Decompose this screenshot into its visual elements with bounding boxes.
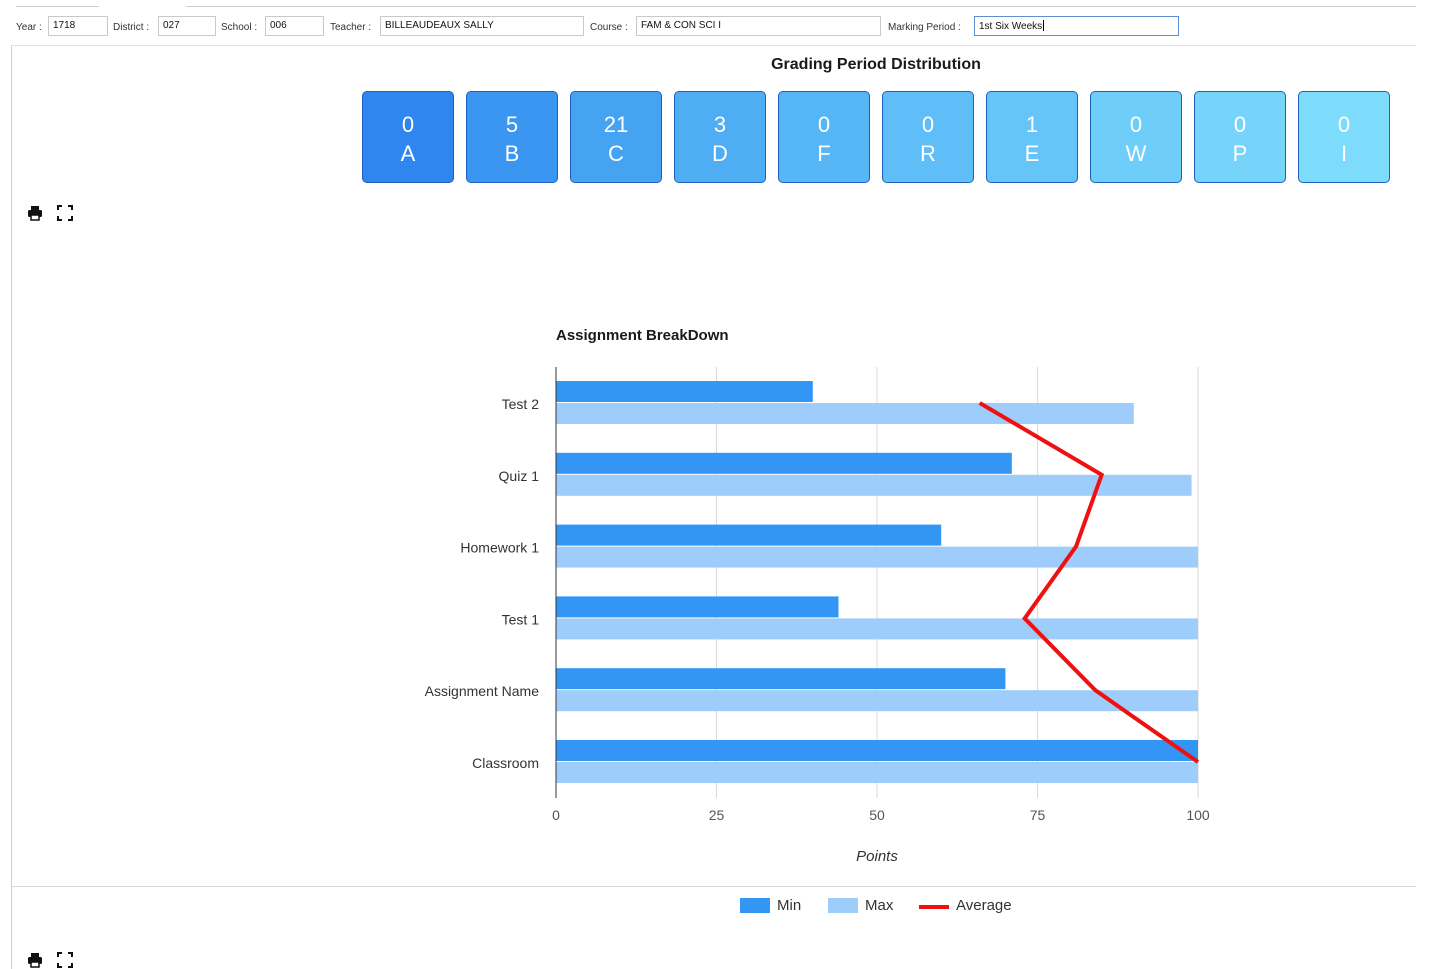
legend-label-average: Average [956, 897, 1012, 914]
legend-label-max: Max [865, 897, 894, 914]
x-tick-label: 50 [869, 807, 885, 823]
assignment-breakdown-chart: Assignment BreakDown Test 2 Quiz 1 Homewor… [425, 327, 1210, 865]
chart-title: Assignment BreakDown [556, 327, 729, 344]
x-axis-title: Points [856, 848, 898, 865]
x-tick-label: 100 [1186, 807, 1210, 823]
legend-swatch-min [740, 898, 770, 913]
x-tick-label: 25 [709, 807, 725, 823]
x-tick-label: 0 [552, 807, 560, 823]
bar-min[interactable] [556, 381, 813, 402]
bar-max[interactable] [556, 403, 1134, 424]
legend-label-min: Min [777, 897, 802, 914]
panel-divider [11, 886, 1416, 887]
bar-max[interactable] [556, 546, 1198, 568]
x-tick-label: 75 [1030, 807, 1046, 823]
y-category-label: Assignment Name [425, 683, 540, 699]
y-category-label: Test 2 [502, 396, 540, 412]
legend-swatch-average [919, 905, 949, 909]
bar-min[interactable] [556, 740, 1198, 761]
y-category-label: Test 1 [502, 611, 540, 627]
y-category-label: Classroom [472, 755, 539, 771]
chart-toolbar-bottom [26, 951, 82, 969]
bar-min[interactable] [556, 668, 1006, 690]
bar-max[interactable] [556, 762, 1198, 783]
bar-min[interactable] [556, 524, 942, 546]
y-category-label: Homework 1 [460, 540, 539, 556]
legend-swatch-max [828, 898, 858, 913]
bar-max[interactable] [556, 618, 1198, 640]
bar-min[interactable] [556, 596, 839, 618]
bar-min[interactable] [556, 452, 1012, 474]
y-category-label: Quiz 1 [499, 468, 540, 484]
print-icon[interactable] [26, 951, 44, 969]
expand-icon[interactable] [56, 951, 74, 969]
